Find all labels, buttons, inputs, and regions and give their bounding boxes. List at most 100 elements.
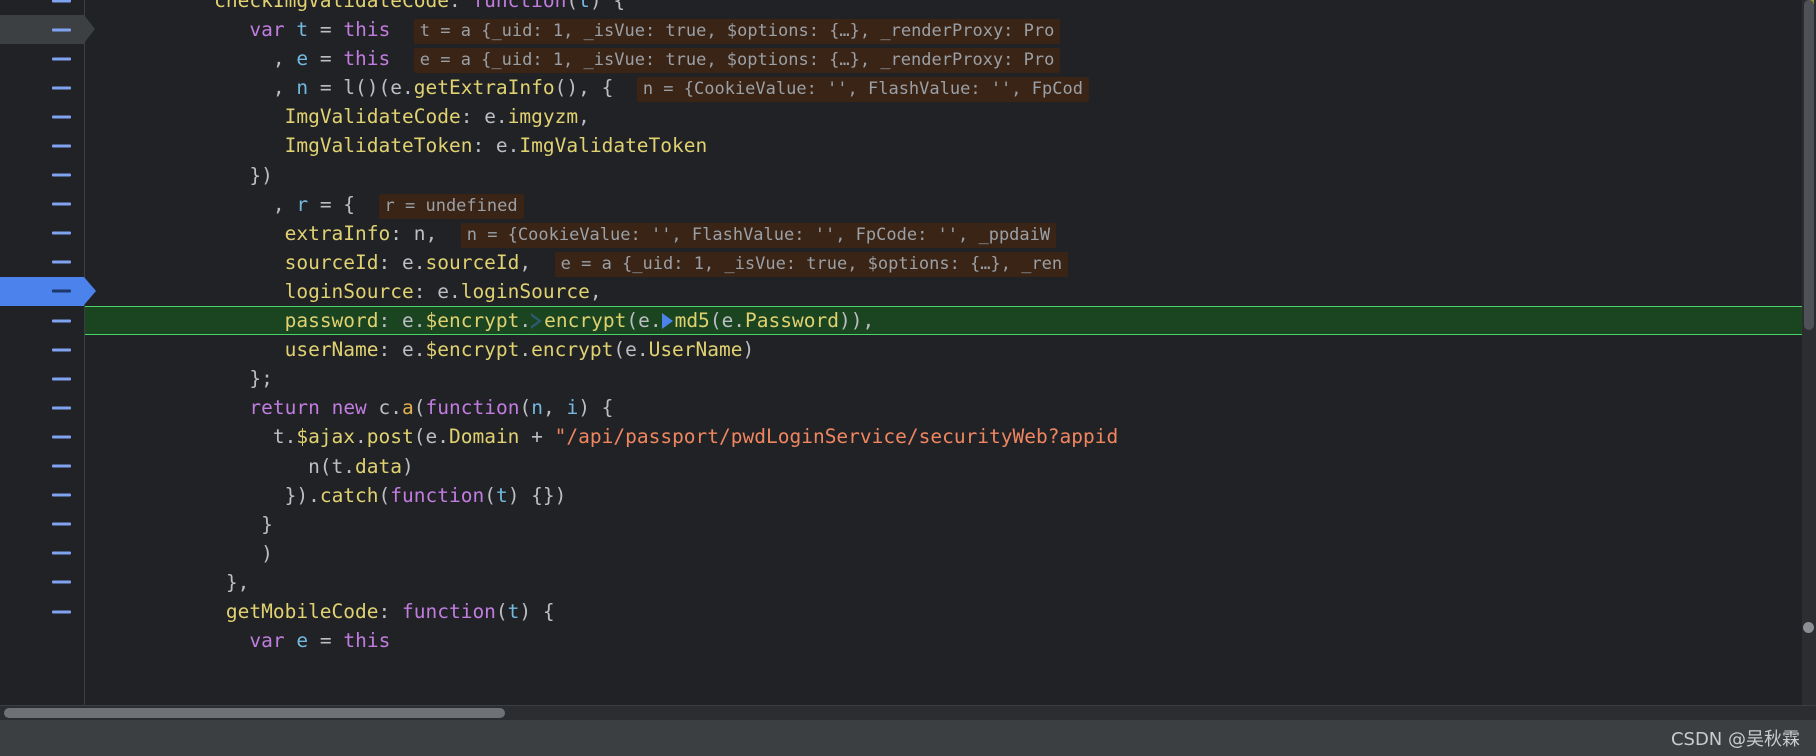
code-token: }, xyxy=(225,570,250,594)
vertical-scrollbar-thumb[interactable] xyxy=(1804,0,1814,330)
fold-dash-icon[interactable] xyxy=(52,86,71,90)
fold-dash-icon[interactable] xyxy=(52,144,71,148)
code-token: + xyxy=(519,425,555,449)
code-line[interactable]: var t = this t = a {_uid: 1, _isVue: tru… xyxy=(85,15,1816,45)
gutter-fold-row[interactable] xyxy=(0,452,84,481)
scrollbar-status-dot-icon[interactable] xyxy=(1803,622,1814,633)
fold-dash-icon[interactable] xyxy=(52,57,71,61)
editor-gutter[interactable] xyxy=(0,0,96,705)
step-into-marker-active-icon[interactable] xyxy=(661,313,675,330)
code-token: ( xyxy=(613,338,626,362)
code-line[interactable]: ) xyxy=(85,539,1816,568)
gutter-fold-row[interactable] xyxy=(0,364,84,393)
code-line[interactable]: }, xyxy=(85,568,1816,597)
inline-debugger-value[interactable]: n = {CookieValue: '', FlashValue: '', Fp… xyxy=(460,222,1057,248)
gutter-fold-row[interactable] xyxy=(0,102,84,131)
gutter-execution-pointer[interactable] xyxy=(0,276,96,307)
gutter-fold-row[interactable] xyxy=(0,510,84,539)
code-line[interactable]: } xyxy=(85,510,1816,539)
gutter-fold-row[interactable] xyxy=(0,393,84,422)
horizontal-scrollbar-thumb[interactable] xyxy=(4,708,505,718)
execution-pointer-icon[interactable] xyxy=(52,289,71,293)
code-token: sourceId xyxy=(284,250,379,274)
code-token: e xyxy=(296,47,309,71)
code-token: e. xyxy=(721,309,746,333)
gutter-fold-row[interactable] xyxy=(0,73,84,102)
fold-dash-icon[interactable] xyxy=(52,28,71,32)
code-line[interactable]: var e = this xyxy=(85,626,1816,655)
gutter-fold-row[interactable] xyxy=(0,15,95,45)
code-token: ( xyxy=(484,483,496,507)
code-line[interactable]: sourceId: e.sourceId, e = a {_uid: 1, _i… xyxy=(85,248,1816,277)
gutter-fold-row[interactable] xyxy=(0,161,84,190)
inline-debugger-value[interactable]: n = {CookieValue: '', FlashValue: '', Fp… xyxy=(636,77,1089,103)
fold-dash-icon[interactable] xyxy=(52,348,71,352)
code-line[interactable]: return new c.a(function(n, i) { xyxy=(85,393,1816,422)
gutter-fold-row[interactable] xyxy=(0,190,84,219)
code-line[interactable]: , r = { r = undefined xyxy=(85,190,1816,219)
fold-dash-icon[interactable] xyxy=(52,464,71,468)
gutter-fold-row[interactable] xyxy=(0,481,84,510)
code-line[interactable]: }; xyxy=(85,364,1816,393)
fold-dash-icon[interactable] xyxy=(52,377,71,381)
code-token: function xyxy=(425,396,520,420)
fold-dash-icon[interactable] xyxy=(52,173,71,177)
inline-debugger-value[interactable]: t = a {_uid: 1, _isVue: true, $options: … xyxy=(413,19,1061,45)
status-bar: CSDN @吴秋霖 xyxy=(0,720,1816,756)
code-line[interactable]: getMobileCode: function(t) { xyxy=(85,597,1816,626)
fold-dash-icon[interactable] xyxy=(52,435,71,439)
code-line[interactable]: n(t.data) xyxy=(85,452,1816,481)
fold-dash-icon[interactable] xyxy=(52,610,71,614)
code-line[interactable]: , n = l()(e.getExtraInfo(), { n = {Cooki… xyxy=(85,73,1816,103)
inline-debugger-value[interactable]: e = a {_uid: 1, _isVue: true, $options: … xyxy=(554,251,1069,277)
code-viewport[interactable]: checkImgValidateCode: function(t) { var … xyxy=(0,0,1816,705)
code-line[interactable]: }) xyxy=(85,161,1816,190)
fold-dash-icon[interactable] xyxy=(52,231,71,235)
gutter-fold-row[interactable] xyxy=(0,568,84,597)
gutter-fold-row[interactable] xyxy=(0,219,84,248)
fold-dash-icon[interactable] xyxy=(52,522,71,526)
code-token: ) { xyxy=(519,599,555,623)
code-line[interactable]: loginSource: e.loginSource, xyxy=(85,277,1816,306)
gutter-fold-row[interactable] xyxy=(0,0,84,15)
code-token: Password xyxy=(745,309,839,333)
code-line[interactable]: ImgValidateToken: e.ImgValidateToken xyxy=(85,131,1816,160)
gutter-fold-row[interactable] xyxy=(0,44,84,73)
inline-debugger-value[interactable]: e = a {_uid: 1, _isVue: true, $options: … xyxy=(413,48,1061,74)
code-token: catch xyxy=(319,483,379,507)
vertical-scrollbar[interactable] xyxy=(1802,0,1816,705)
fold-dash-icon[interactable] xyxy=(52,580,71,584)
gutter-fold-row[interactable] xyxy=(0,539,84,568)
code-line[interactable]: checkImgValidateCode: function(t) { xyxy=(85,0,1816,15)
code-token: ImgValidateToken xyxy=(284,134,473,158)
code-token: e xyxy=(296,629,309,653)
code-token: } xyxy=(261,512,273,536)
code-token: $encrypt xyxy=(425,309,520,333)
gutter-fold-row[interactable] xyxy=(0,306,84,335)
gutter-fold-row[interactable] xyxy=(0,597,84,626)
fold-dash-icon[interactable] xyxy=(52,493,71,497)
fold-dash-icon[interactable] xyxy=(52,260,71,264)
code-line[interactable]: t.$ajax.post(e.Domain + "/api/passport/p… xyxy=(85,422,1816,451)
code-line[interactable]: }).catch(function(t) {}) xyxy=(85,481,1816,510)
fold-dash-icon[interactable] xyxy=(52,551,71,555)
fold-dash-icon[interactable] xyxy=(52,115,71,119)
fold-dash-icon[interactable] xyxy=(52,319,71,323)
code-line[interactable]: , e = this e = a {_uid: 1, _isVue: true,… xyxy=(85,44,1816,74)
code-line-executing[interactable]: password: e.$encrypt. encrypt(e. md5(e.Pas… xyxy=(85,306,1816,336)
code-line[interactable]: userName: e.$encrypt.encrypt(e.UserName) xyxy=(85,335,1816,364)
code-lines-viewport[interactable]: checkImgValidateCode: function(t) { var … xyxy=(85,0,1816,705)
gutter-fold-row[interactable] xyxy=(0,131,84,160)
fold-dash-icon[interactable] xyxy=(52,406,71,410)
gutter-fold-row[interactable] xyxy=(0,248,84,277)
horizontal-scrollbar[interactable] xyxy=(0,705,1816,720)
step-into-marker-inactive-icon[interactable] xyxy=(531,313,544,330)
gutter-fold-row[interactable] xyxy=(0,422,84,451)
fold-dash-icon[interactable] xyxy=(52,0,71,3)
gutter-fold-row[interactable] xyxy=(0,335,84,364)
code-line[interactable]: ImgValidateCode: e.imgyzm, xyxy=(85,102,1816,131)
fold-dash-icon[interactable] xyxy=(52,202,71,206)
code-line[interactable]: extraInfo: n, n = {CookieValue: '', Flas… xyxy=(85,219,1816,248)
inline-debugger-value[interactable]: r = undefined xyxy=(378,193,524,219)
